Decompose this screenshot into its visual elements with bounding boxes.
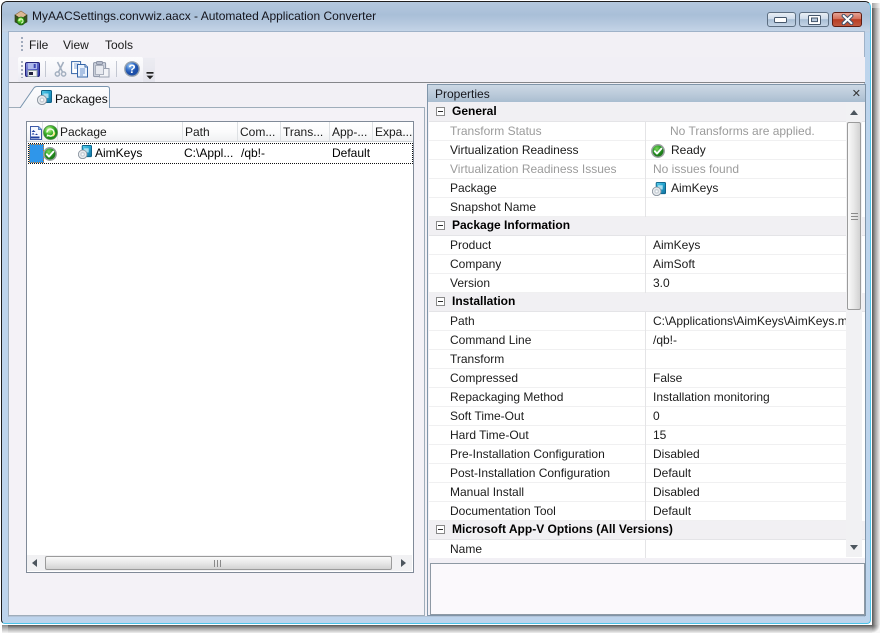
svg-text:?: ? (128, 62, 135, 76)
